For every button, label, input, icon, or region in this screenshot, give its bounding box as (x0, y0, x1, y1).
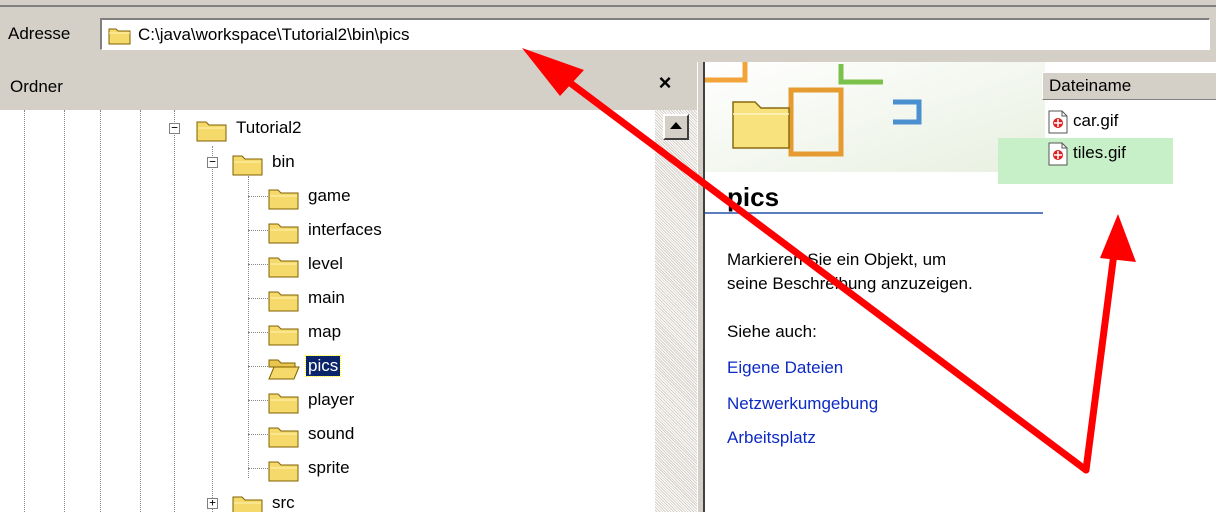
tree-connector (248, 264, 270, 265)
address-input[interactable]: C:\java\workspace\Tutorial2\bin\pics (100, 18, 1210, 50)
folder-icon (268, 254, 300, 283)
open-folder-icon (268, 356, 300, 385)
tree-item-label: pics (304, 355, 342, 377)
tree-item-label: Tutorial2 (236, 118, 302, 137)
tree-connector (248, 298, 270, 299)
gif-file-icon (1047, 142, 1069, 171)
close-icon[interactable]: × (652, 70, 678, 96)
file-name: car.gif (1073, 111, 1119, 130)
folder-icon (196, 118, 228, 147)
column-header-filename[interactable]: Dateiname (1042, 72, 1216, 100)
address-bar: Adresse C:\java\workspace\Tutorial2\bin\… (0, 0, 1216, 58)
tree-connector (248, 400, 270, 401)
description-line: Markieren Sie ein Objekt, um (727, 250, 947, 269)
see-also-label: Siehe auch: (727, 322, 817, 341)
tree-item-label: game (308, 186, 351, 205)
tree-connector (248, 366, 270, 367)
folder-banner-graphic (705, 62, 1045, 172)
vertical-scrollbar[interactable] (655, 110, 697, 512)
folders-pane-header: Ordner × (0, 62, 697, 110)
folder-tree: − − + Tutorial2 bin game interfaces leve… (0, 110, 655, 512)
gif-file-icon (1047, 110, 1069, 139)
folders-pane-title: Ordner (10, 77, 63, 96)
link-eigene-dateien[interactable]: Eigene Dateien (727, 358, 843, 378)
file-name: tiles.gif (1073, 143, 1126, 162)
tree-item-label: interfaces (308, 220, 382, 239)
divider (0, 5, 1216, 7)
tree-connector (248, 468, 270, 469)
address-label: Adresse (8, 24, 71, 43)
tree-guide-line (212, 146, 213, 512)
tree-item-label: main (308, 288, 345, 307)
tree-item-label: sprite (308, 458, 350, 477)
divider (705, 212, 1043, 214)
tree-item-label: map (308, 322, 342, 341)
pane-splitter[interactable] (697, 62, 705, 512)
expand-toggle-src[interactable]: + (207, 497, 218, 509)
collapse-toggle-bin[interactable]: − (207, 156, 218, 168)
folder-icon (268, 390, 300, 419)
link-netzwerkumgebung[interactable]: Netzwerkumgebung (727, 394, 878, 414)
tree-connector (248, 196, 270, 197)
details-pane: pics Markieren Sie ein Objekt, um seine … (705, 62, 1216, 512)
arrow-up-icon (670, 122, 682, 129)
folder-icon (268, 424, 300, 453)
folders-pane: Ordner × − − + Tutorial2 bin game interf… (0, 62, 697, 512)
tree-guide-line (140, 110, 141, 512)
description-line: seine Beschreibung anzuzeigen. (727, 274, 973, 293)
folder-icon (268, 458, 300, 487)
tree-item-label: level (308, 254, 343, 273)
folder-icon (232, 493, 264, 512)
tree-guide-line (174, 110, 175, 512)
folder-icon (268, 186, 300, 215)
folder-icon (268, 220, 300, 249)
tree-guide-line (248, 176, 249, 478)
scroll-up-button[interactable] (663, 114, 689, 140)
folder-icon (108, 25, 132, 50)
folder-icon (232, 152, 264, 181)
link-arbeitsplatz[interactable]: Arbeitsplatz (727, 428, 816, 448)
tree-connector (248, 230, 270, 231)
tree-item-label: sound (308, 424, 355, 443)
folder-icon (268, 322, 300, 351)
tree-connector (248, 434, 270, 435)
file-item-tiles[interactable]: tiles.gif (998, 138, 1173, 184)
address-path: C:\java\workspace\Tutorial2\bin\pics (138, 25, 410, 44)
tree-item-label: bin (272, 152, 295, 171)
tree-item-label: player (308, 390, 355, 409)
folder-icon (268, 288, 300, 317)
tree-connector (248, 332, 270, 333)
tree-item-label: src (272, 493, 295, 512)
tree-guide-line (100, 110, 101, 512)
tree-guide-line (24, 110, 25, 512)
file-item-car[interactable]: car.gif (1047, 106, 1216, 138)
description-text: Markieren Sie ein Objekt, um seine Besch… (727, 248, 1047, 296)
folder-title: pics (727, 182, 780, 212)
tree-guide-line (64, 110, 65, 512)
collapse-toggle-tutorial2[interactable]: − (169, 122, 180, 134)
column-header-label: Dateiname (1049, 76, 1132, 95)
